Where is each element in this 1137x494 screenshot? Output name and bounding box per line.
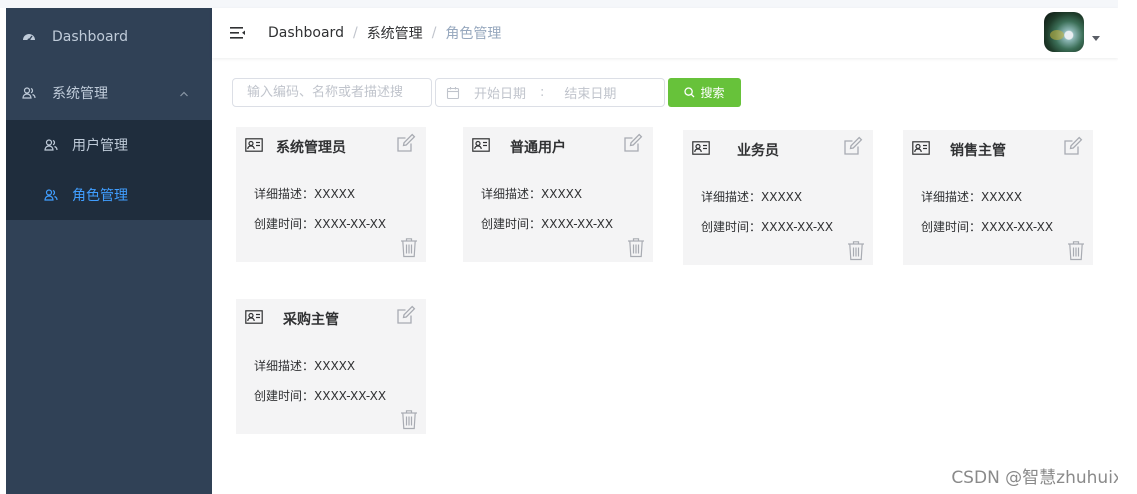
sidebar-item-system[interactable]: 系统管理 <box>6 66 212 120</box>
role-description: 详细描述：XXXXX <box>254 185 355 202</box>
page-edge <box>1118 0 1137 494</box>
role-description: 详细描述：XXXXX <box>921 188 1022 205</box>
created-time-label: 创建时间： <box>481 217 542 231</box>
date-range-picker[interactable]: 开始日期 : 结束日期 <box>435 78 665 107</box>
description-value: XXXXX <box>314 359 356 373</box>
role-description: 详细描述：XXXXX <box>254 357 355 374</box>
role-card: 业务员 详细描述：XXXXX 创建时间：XXXX-XX-XX <box>683 130 873 265</box>
sidebar: Dashboard 系统管理 用户管理 角色管理 <box>6 8 212 494</box>
top-strip <box>0 0 1118 8</box>
dashboard-icon <box>22 30 36 44</box>
trash-icon[interactable] <box>400 409 418 430</box>
description-label: 详细描述： <box>701 190 762 204</box>
description-label: 详细描述： <box>921 190 982 204</box>
created-time-label: 创建时间： <box>254 389 315 403</box>
role-card: 采购主管 详细描述：XXXXX 创建时间：XXXX-XX-XX <box>236 299 426 434</box>
description-label: 详细描述： <box>254 359 315 373</box>
calendar-icon <box>446 86 460 100</box>
navbar: Dashboard / 系统管理 / 角色管理 <box>212 8 1118 58</box>
created-time-value: XXXX-XX-XX <box>314 217 387 231</box>
description-label: 详细描述： <box>481 187 542 201</box>
role-name: 普通用户 <box>510 140 566 156</box>
caret-down-icon[interactable] <box>1092 35 1100 41</box>
edit-icon[interactable] <box>396 133 416 153</box>
role-created-time: 创建时间：XXXX-XX-XX <box>701 218 833 235</box>
created-time-value: XXXX-XX-XX <box>761 220 834 234</box>
avatar[interactable] <box>1044 12 1084 52</box>
edit-icon[interactable] <box>396 305 416 325</box>
id-card-icon <box>472 138 490 152</box>
role-card: 系统管理员 详细描述：XXXXX 创建时间：XXXX-XX-XX <box>236 127 426 262</box>
role-description: 详细描述：XXXXX <box>701 188 802 205</box>
description-label: 详细描述： <box>254 187 315 201</box>
created-time-value: XXXX-XX-XX <box>314 389 387 403</box>
sidebar-item-label: Dashboard <box>52 29 128 45</box>
sidebar-submenu: 用户管理 角色管理 <box>6 120 212 220</box>
breadcrumb: Dashboard / 系统管理 / 角色管理 <box>268 23 501 43</box>
breadcrumb-item[interactable]: Dashboard <box>268 25 344 41</box>
role-card: 销售主管 详细描述：XXXXX 创建时间：XXXX-XX-XX <box>903 130 1093 265</box>
breadcrumb-item-current: 角色管理 <box>445 26 502 42</box>
search-button-label: 搜索 <box>700 86 725 100</box>
role-name: 销售主管 <box>950 143 1006 159</box>
role-name: 采购主管 <box>283 312 339 328</box>
hamburger-icon[interactable] <box>228 23 248 43</box>
date-start[interactable]: 开始日期 <box>474 83 526 102</box>
breadcrumb-separator: / <box>431 25 437 41</box>
trash-icon[interactable] <box>627 237 645 258</box>
edit-icon[interactable] <box>1063 136 1083 156</box>
watermark: CSDN @智慧zhuhuix <box>951 468 1123 488</box>
created-time-value: XXXX-XX-XX <box>541 217 614 231</box>
date-separator: : <box>540 85 545 100</box>
role-created-time: 创建时间：XXXX-XX-XX <box>254 215 386 232</box>
role-created-time: 创建时间：XXXX-XX-XX <box>254 387 386 404</box>
role-created-time: 创建时间：XXXX-XX-XX <box>481 215 613 232</box>
description-value: XXXXX <box>314 187 356 201</box>
sidebar-item-label: 角色管理 <box>72 188 128 204</box>
user-group-icon <box>22 86 36 100</box>
created-time-label: 创建时间： <box>254 217 315 231</box>
search-input[interactable] <box>232 78 432 107</box>
sidebar-item-label: 用户管理 <box>72 138 128 154</box>
description-value: XXXXX <box>761 190 803 204</box>
role-description: 详细描述：XXXXX <box>481 185 582 202</box>
chevron-up-icon <box>178 88 190 100</box>
sidebar-item-users[interactable]: 用户管理 <box>6 120 212 170</box>
breadcrumb-separator: / <box>352 25 358 41</box>
created-time-label: 创建时间： <box>701 220 762 234</box>
edit-icon[interactable] <box>623 133 643 153</box>
sidebar-item-label: 系统管理 <box>52 86 108 102</box>
user-menu[interactable] <box>1044 12 1100 52</box>
sidebar-item-dashboard[interactable]: Dashboard <box>6 8 212 66</box>
created-time-value: XXXX-XX-XX <box>981 220 1054 234</box>
breadcrumb-item[interactable]: 系统管理 <box>367 23 423 43</box>
search-icon <box>684 87 695 98</box>
trash-icon[interactable] <box>847 240 865 261</box>
date-end[interactable]: 结束日期 <box>564 83 616 102</box>
role-name: 业务员 <box>737 143 779 159</box>
edit-icon[interactable] <box>843 136 863 156</box>
search-bar: 开始日期 : 结束日期 搜索 <box>232 78 741 107</box>
user-group-icon <box>44 188 58 202</box>
created-time-label: 创建时间： <box>921 220 982 234</box>
sidebar-item-roles[interactable]: 角色管理 <box>6 170 212 220</box>
role-created-time: 创建时间：XXXX-XX-XX <box>921 218 1053 235</box>
search-button[interactable]: 搜索 <box>668 78 741 107</box>
id-card-icon <box>692 141 710 155</box>
id-card-icon <box>245 310 263 324</box>
role-card: 普通用户 详细描述：XXXXX 创建时间：XXXX-XX-XX <box>463 127 653 262</box>
trash-icon[interactable] <box>1067 240 1085 261</box>
id-card-icon <box>245 138 263 152</box>
role-name: 系统管理员 <box>276 140 346 156</box>
description-value: XXXXX <box>981 190 1023 204</box>
user-group-icon <box>44 138 58 152</box>
trash-icon[interactable] <box>400 237 418 258</box>
id-card-icon <box>912 141 930 155</box>
description-value: XXXXX <box>541 187 583 201</box>
